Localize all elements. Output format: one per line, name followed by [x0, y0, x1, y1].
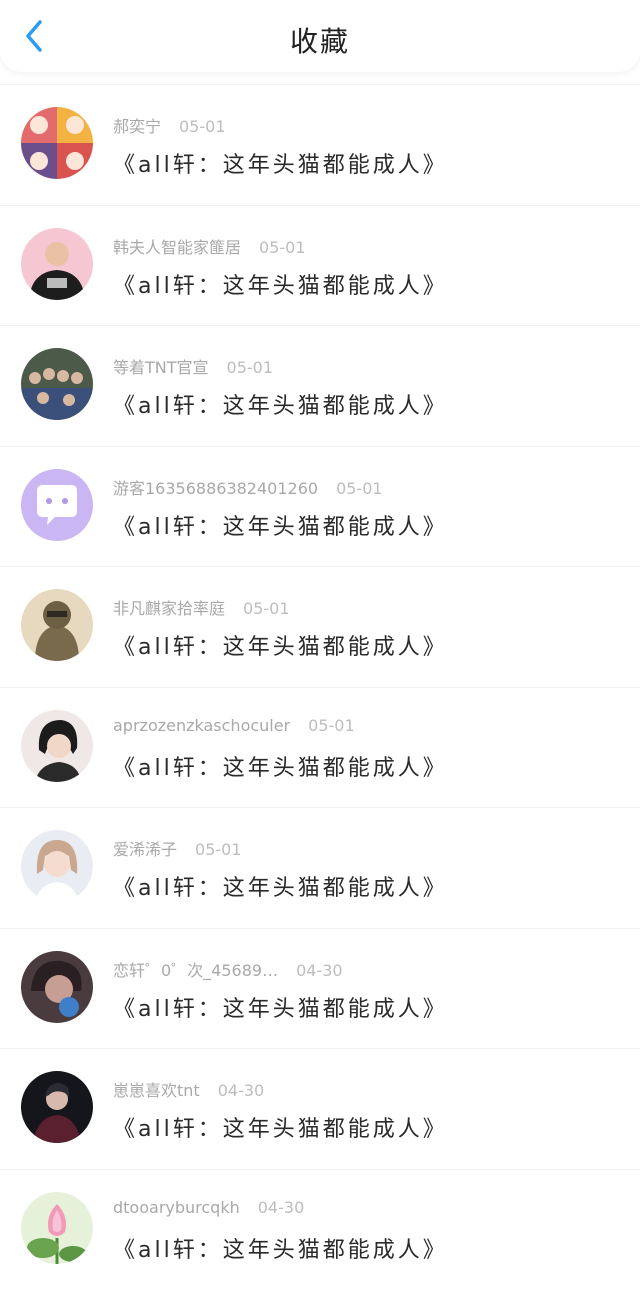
list-item[interactable]: 韩夫人智能家篚居 05-01 《all轩：这年头猫都能成人》	[0, 205, 640, 326]
author-name: 非凡麒家拾率庭	[113, 599, 225, 618]
list-item[interactable]: dtooaryburcqkh 04-30 《all轩：这年头猫都能成人》	[0, 1169, 640, 1289]
work-title[interactable]: 《all轩：这年头猫都能成人》	[113, 750, 448, 782]
avatar[interactable]	[21, 348, 93, 420]
item-date: 05-01	[227, 358, 274, 377]
work-title[interactable]: 《all轩：这年头猫都能成人》	[113, 870, 448, 902]
work-title[interactable]: 《all轩：这年头猫都能成人》	[113, 268, 448, 300]
avatar[interactable]	[21, 469, 93, 541]
item-date: 05-01	[308, 716, 355, 735]
author-name: 游客16356886382401260	[113, 479, 318, 498]
item-meta: dtooaryburcqkh 04-30	[113, 1198, 304, 1217]
avatar[interactable]	[21, 710, 93, 782]
work-title[interactable]: 《all轩：这年头猫都能成人》	[113, 629, 448, 661]
work-title[interactable]: 《all轩：这年头猫都能成人》	[113, 1232, 448, 1264]
author-name: aprzozenzkaschoculer	[113, 716, 290, 735]
item-meta: 游客16356886382401260 05-01	[113, 475, 383, 499]
item-date: 04-30	[258, 1198, 305, 1217]
item-meta: 非凡麒家拾率庭 05-01	[113, 595, 290, 619]
item-meta: 等着TNT官宣 05-01	[113, 354, 273, 378]
top-bar: 收藏	[0, 0, 640, 72]
item-date: 05-01	[259, 238, 306, 257]
avatar[interactable]	[21, 1071, 93, 1143]
item-meta: 恋轩゜0゜次_45689… 04-30	[113, 957, 343, 981]
item-meta: 韩夫人智能家篚居 05-01	[113, 234, 306, 258]
item-date: 05-01	[336, 479, 383, 498]
list-item[interactable]: 非凡麒家拾率庭 05-01 《all轩：这年头猫都能成人》	[0, 566, 640, 687]
list-item[interactable]: 爱浠浠子 05-01 《all轩：这年头猫都能成人》	[0, 807, 640, 928]
author-name: 韩夫人智能家篚居	[113, 238, 241, 257]
page-title: 收藏	[0, 20, 640, 60]
work-title[interactable]: 《all轩：这年头猫都能成人》	[113, 147, 448, 179]
avatar[interactable]	[21, 951, 93, 1023]
item-date: 05-01	[195, 840, 242, 859]
avatar[interactable]	[21, 107, 93, 179]
item-meta: 爱浠浠子 05-01	[113, 836, 242, 860]
author-name: 郝奕宁	[113, 117, 161, 136]
item-date: 05-01	[179, 117, 226, 136]
work-title[interactable]: 《all轩：这年头猫都能成人》	[113, 991, 448, 1023]
avatar[interactable]	[21, 1192, 93, 1264]
list-item[interactable]: aprzozenzkaschoculer 05-01 《all轩：这年头猫都能成人…	[0, 687, 640, 808]
favorites-list: 郝奕宁 05-01 《all轩：这年头猫都能成人》 韩夫人智能家篚居 05-01 《…	[0, 84, 640, 1289]
author-name: 恋轩゜0゜次_45689…	[113, 961, 278, 980]
avatar[interactable]	[21, 589, 93, 661]
list-item[interactable]: 郝奕宁 05-01 《all轩：这年头猫都能成人》	[0, 84, 640, 205]
work-title[interactable]: 《all轩：这年头猫都能成人》	[113, 1111, 448, 1143]
item-date: 05-01	[243, 599, 290, 618]
author-name: 崽崽喜欢tnt	[113, 1081, 200, 1100]
item-meta: 崽崽喜欢tnt 04-30	[113, 1077, 264, 1101]
author-name: 等着TNT官宣	[113, 358, 209, 377]
author-name: 爱浠浠子	[113, 840, 177, 859]
item-date: 04-30	[296, 961, 343, 980]
item-meta: 郝奕宁 05-01	[113, 113, 226, 137]
author-name: dtooaryburcqkh	[113, 1198, 240, 1217]
work-title[interactable]: 《all轩：这年头猫都能成人》	[113, 509, 448, 541]
work-title[interactable]: 《all轩：这年头猫都能成人》	[113, 388, 448, 420]
list-item[interactable]: 游客16356886382401260 05-01 《all轩：这年头猫都能成人》	[0, 446, 640, 567]
item-meta: aprzozenzkaschoculer 05-01	[113, 716, 355, 735]
item-date: 04-30	[218, 1081, 265, 1100]
list-item[interactable]: 等着TNT官宣 05-01 《all轩：这年头猫都能成人》	[0, 325, 640, 446]
avatar[interactable]	[21, 228, 93, 300]
list-item[interactable]: 恋轩゜0゜次_45689… 04-30 《all轩：这年头猫都能成人》	[0, 928, 640, 1049]
list-item[interactable]: 崽崽喜欢tnt 04-30 《all轩：这年头猫都能成人》	[0, 1048, 640, 1169]
avatar[interactable]	[21, 830, 93, 902]
